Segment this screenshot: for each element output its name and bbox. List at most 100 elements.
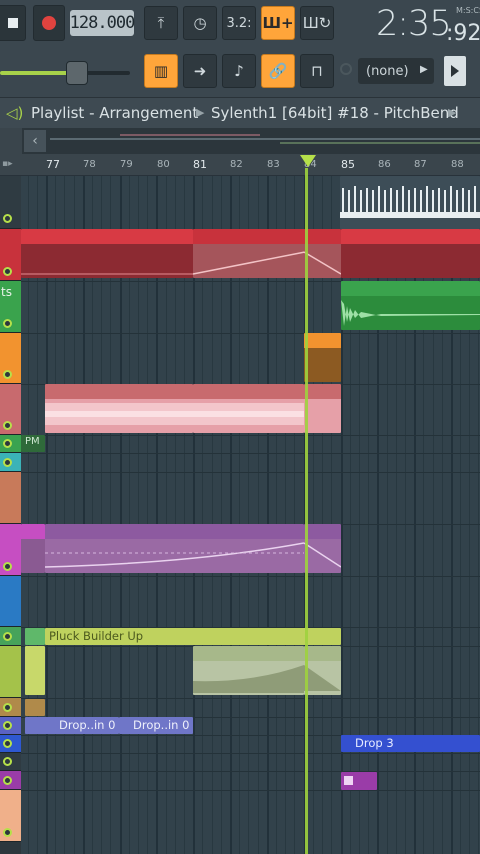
bass-drop-clip[interactable]: Bass Drop 3 xyxy=(341,229,480,278)
track-header-8[interactable] xyxy=(0,472,21,524)
playlist-grid[interactable]: Sub Bass - ben Ba..e Bass Drop 3 VEDM2 I… xyxy=(21,176,480,854)
track-mute-icon[interactable] xyxy=(3,776,12,785)
ruler-bar-87: 87 xyxy=(414,159,427,170)
track-header-6[interactable] xyxy=(0,435,21,453)
ruler-menu-icon[interactable]: ▪▸ xyxy=(2,159,13,169)
sylenth-short-automation xyxy=(304,665,341,691)
track-mute-icon[interactable] xyxy=(3,214,12,223)
track-header-18[interactable] xyxy=(0,790,21,842)
drop3-clip[interactable]: Drop 3 xyxy=(341,735,480,752)
master-volume-knob[interactable] xyxy=(66,61,88,85)
req-clip[interactable]: req xyxy=(21,524,45,573)
lead-short-clip[interactable]: B..e xyxy=(304,524,341,573)
track-header-15[interactable] xyxy=(0,735,21,753)
bass-short-clip[interactable]: Ba..e xyxy=(304,229,341,278)
track-mute-icon[interactable] xyxy=(3,703,12,712)
clip-label: VEDM2 Impact 004 xyxy=(345,281,456,295)
sylenth-small-clip[interactable] xyxy=(25,646,45,695)
track-header-9[interactable] xyxy=(0,524,21,576)
loop-record-button[interactable]: Ш↻ xyxy=(300,6,334,40)
pattern-add-button[interactable]: Ш+ xyxy=(261,6,295,40)
sylenth-pitch-clip[interactable]: Sylenth1 [64..Pit xyxy=(193,646,304,695)
blend-button[interactable]: ⊓ xyxy=(300,54,334,88)
stop-button[interactable] xyxy=(0,5,26,41)
track-header-7[interactable] xyxy=(0,453,21,472)
track-mute-icon[interactable] xyxy=(3,439,12,448)
overview-piano-icon[interactable] xyxy=(0,128,22,154)
sylenth-short-clip[interactable]: Ba..e xyxy=(304,646,341,695)
hihat-waveform xyxy=(340,186,480,218)
track-mute-icon[interactable] xyxy=(3,739,12,748)
track-header-3[interactable]: ts xyxy=(0,281,21,333)
pluck-start-clip[interactable] xyxy=(25,628,45,645)
pm-clip[interactable]: PM xyxy=(21,435,45,452)
step-edit-button[interactable]: ➜ xyxy=(183,54,217,88)
bass-clip-left[interactable] xyxy=(21,229,193,278)
clip-label: Ba..e xyxy=(308,646,338,660)
tempo-display[interactable]: 128.000 xyxy=(70,10,135,36)
breadcrumb-playlist[interactable]: Playlist - Arrangement xyxy=(31,98,198,128)
track-mute-icon[interactable] xyxy=(3,267,12,276)
track-mute-icon[interactable] xyxy=(3,562,12,571)
clip-label: Drop..in 0 xyxy=(133,718,190,732)
pluck-builder-clip[interactable]: Pluck Builder Up xyxy=(45,628,341,645)
scroll-left-icon[interactable]: ‹ xyxy=(24,130,46,152)
playlist-overview[interactable] xyxy=(0,128,480,154)
track-mute-icon[interactable] xyxy=(3,632,12,641)
track-header-4[interactable] xyxy=(0,333,21,384)
clip-label: Lead Builder Up #2 - bend_wheel xyxy=(49,524,242,538)
track-header-11[interactable] xyxy=(0,627,21,646)
track-header-10[interactable] xyxy=(0,576,21,627)
slide-button[interactable]: ♪ xyxy=(222,54,256,88)
track-mute-icon[interactable] xyxy=(3,828,12,837)
snare-end-clip[interactable]: ⚲ xyxy=(304,384,341,433)
stop-icon xyxy=(8,18,18,28)
track-header-5[interactable] xyxy=(0,384,21,435)
hihat-clip[interactable] xyxy=(340,176,480,229)
sub-bass-clip[interactable]: Sub Bass - ben xyxy=(193,229,305,278)
clip-label: B..e xyxy=(308,524,331,538)
purple-small-clip[interactable] xyxy=(341,772,377,790)
wait-button[interactable]: ◷ xyxy=(183,6,217,40)
breadcrumb-separator-icon: ▶ xyxy=(448,106,457,119)
ruler-bar-77: 77 xyxy=(46,158,60,171)
clip-label: VEDM Snare 037 - Cha xyxy=(49,384,180,398)
track-mute-icon[interactable] xyxy=(3,458,12,467)
pattern-toggle-icon[interactable] xyxy=(340,63,352,75)
clip-label: Pluck Builder Up xyxy=(49,629,144,643)
chevron-right-icon: ▶ xyxy=(420,64,428,75)
vedm-pitch-clip[interactable]: VEDM..itch xyxy=(193,384,304,433)
track-header-16[interactable] xyxy=(0,753,21,771)
metronome-button[interactable]: ⤒ xyxy=(144,6,178,40)
snap-button[interactable]: 3.2: xyxy=(222,6,256,40)
drop-in-clip-1[interactable]: Drop..in 0 xyxy=(25,717,119,734)
track-mute-icon[interactable] xyxy=(3,721,12,730)
breadcrumb-channel[interactable]: Sylenth1 [64bit] #18 - PitchBend xyxy=(211,98,459,128)
lead-builder-clip[interactable]: Lead Builder Up #2 - bend_wheel xyxy=(45,524,304,573)
track-mute-icon[interactable] xyxy=(3,370,12,379)
playhead-marker[interactable] xyxy=(300,155,316,167)
orange-clip[interactable] xyxy=(304,333,341,382)
track-header-14[interactable] xyxy=(0,717,21,735)
clip-label: Bass Drop 3 xyxy=(345,229,415,243)
track-header-12[interactable] xyxy=(0,646,21,698)
typing-keyboard-button[interactable]: ▥ xyxy=(144,54,178,88)
track-header-13[interactable] xyxy=(0,698,21,717)
link-button[interactable]: 🔗 xyxy=(261,54,295,88)
brown-clip[interactable] xyxy=(25,699,45,716)
ruler-bar-86: 86 xyxy=(378,159,391,170)
track-mute-icon[interactable] xyxy=(3,319,12,328)
track-mute-icon[interactable] xyxy=(3,757,12,766)
record-button[interactable] xyxy=(33,5,65,41)
track-header-2[interactable] xyxy=(0,229,21,281)
track-header-17[interactable] xyxy=(0,771,21,790)
pattern-add-icon: Ш+ xyxy=(262,14,294,32)
pattern-next-button[interactable] xyxy=(444,56,466,86)
drop-in-clip-2[interactable]: Drop..in 0 xyxy=(119,717,193,734)
snare-clip[interactable]: VEDM Snare 037 - Cha xyxy=(45,384,193,433)
time-ruler[interactable]: ▪▸ 77 78 79 80 81 82 83 84 85 86 87 88 xyxy=(0,154,480,176)
track-header-1[interactable] xyxy=(0,176,21,229)
track-mute-icon[interactable] xyxy=(3,421,12,430)
speaker-icon[interactable]: ◁) xyxy=(6,98,23,128)
vedm2-impact-clip[interactable]: VEDM2 Impact 004 xyxy=(341,281,480,330)
